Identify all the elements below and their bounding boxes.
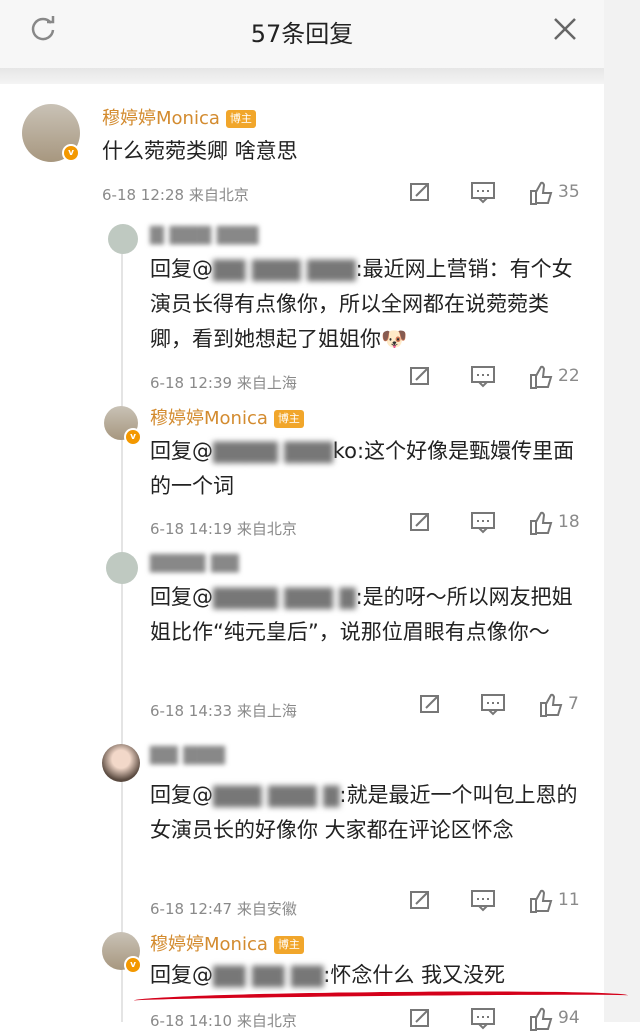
like-count: 11 — [558, 890, 580, 910]
page-title: 57条回复 — [250, 20, 354, 48]
comment-time: 6-18 12:47 — [150, 900, 233, 918]
comment-icon[interactable] — [470, 180, 495, 204]
like-icon[interactable] — [538, 692, 563, 717]
thread-line — [121, 250, 123, 1022]
comment-location: 来自北京 — [188, 186, 249, 204]
mention[interactable]: ▇▇▇▇ ▇▇▇ ▇ — [213, 585, 356, 609]
like-icon[interactable] — [528, 888, 553, 913]
avatar[interactable] — [106, 552, 138, 584]
mention[interactable]: ▇▇▇▇ ▇▇▇ — [213, 439, 333, 463]
repost-icon[interactable] — [408, 180, 432, 204]
repost-icon[interactable] — [408, 888, 432, 912]
like-icon[interactable] — [528, 364, 553, 389]
comment-location: 来自上海 — [236, 374, 297, 392]
mention[interactable]: ▇▇ ▇▇▇ ▇▇▇ — [213, 257, 356, 281]
comment-author[interactable]: ▇▇▇▇ ▇▇ — [150, 552, 239, 573]
like-count: 35 — [558, 182, 580, 202]
comment-author[interactable]: ▇ ▇▇▇ ▇▇▇ — [150, 224, 258, 245]
comment-icon[interactable] — [470, 364, 495, 388]
mention[interactable]: ▇▇▇ ▇▇▇ ▇ — [213, 783, 339, 807]
like-count: 22 — [558, 366, 580, 386]
comment-author[interactable]: 穆婷婷Monica 博主 — [150, 404, 304, 430]
comment-actions: 35 — [408, 180, 580, 205]
comment-location: 来自北京 — [236, 1012, 297, 1030]
like-count: 7 — [568, 694, 579, 714]
avatar[interactable] — [102, 744, 140, 782]
comment-text: 什么菀菀类卿 啥意思 — [102, 139, 298, 163]
comment-time: 6-18 14:10 — [150, 1012, 233, 1030]
comment-actions: 94 — [408, 1006, 580, 1031]
repost-icon[interactable] — [408, 364, 432, 388]
blogger-badge: 博主 — [225, 110, 256, 128]
dog-emoji-icon: 🐶 — [381, 327, 408, 351]
comment-meta: 6-18 12:28 来自北京 — [102, 184, 249, 205]
like-icon[interactable] — [528, 1006, 553, 1031]
comment-meta: 6-18 14:19 来自北京 — [150, 518, 297, 539]
like-count: 94 — [558, 1008, 580, 1028]
comment-text: 回复@▇▇▇ ▇▇▇ ▇:就是最近一个叫包上恩的女演员长的好像你 大家都在评论区… — [150, 783, 578, 842]
right-edge — [604, 0, 640, 1022]
comment-location: 来自上海 — [236, 702, 297, 720]
mention[interactable]: ▇▇ ▇▇ ▇▇ — [213, 963, 323, 987]
blogger-badge: 博主 — [273, 936, 304, 954]
comment-meta: 6-18 12:39 来自上海 — [150, 372, 297, 393]
comment-actions: 11 — [408, 888, 580, 913]
repost-icon[interactable] — [408, 1006, 432, 1030]
comment-actions: 18 — [408, 510, 580, 535]
like-icon[interactable] — [528, 510, 553, 535]
comment-icon[interactable] — [470, 888, 495, 912]
comment-author[interactable]: ▇▇ ▇▇▇ — [150, 744, 225, 765]
header-bar: 57条回复 — [0, 0, 604, 84]
comment-time: 6-18 14:33 — [150, 702, 233, 720]
comment-text: 回复@▇▇▇▇ ▇▇▇ ▇:是的呀～所以网友把姐姐比作“纯元皇后”，说那位眉眼有… — [150, 585, 573, 644]
comment-meta: 6-18 14:33 来自上海 — [150, 700, 297, 721]
avatar[interactable] — [108, 224, 138, 254]
comment-author[interactable]: 穆婷婷Monica 博主 — [102, 104, 256, 130]
verified-badge-icon: v — [62, 144, 80, 162]
repost-icon[interactable] — [408, 510, 432, 534]
comment-text: 回复@▇▇ ▇▇▇ ▇▇▇:最近网上营销：有个女演员长得有点像你，所以全网都在说… — [150, 257, 573, 351]
comment-time: 6-18 12:28 — [102, 186, 185, 204]
verified-badge-icon: v — [124, 956, 142, 974]
verified-badge-icon: v — [124, 428, 142, 446]
comment-icon[interactable] — [480, 692, 505, 716]
comment-author[interactable]: 穆婷婷Monica 博主 — [150, 930, 304, 956]
repost-icon[interactable] — [418, 692, 442, 716]
comment-actions: 22 — [408, 364, 580, 389]
comment-text: 回复@▇▇▇▇ ▇▇▇ko:这个好像是甄嬛传里面的一个词 — [150, 439, 575, 498]
comment-icon[interactable] — [470, 1006, 495, 1030]
comment-time: 6-18 14:19 — [150, 520, 233, 538]
comment-meta: 6-18 12:47 来自安徽 — [150, 898, 297, 919]
comment-location: 来自北京 — [236, 520, 297, 538]
close-icon[interactable] — [552, 16, 578, 46]
blogger-badge: 博主 — [273, 410, 304, 428]
like-count: 18 — [558, 512, 580, 532]
like-icon[interactable] — [528, 180, 553, 205]
comment-text: 回复@▇▇ ▇▇ ▇▇:怀念什么 我又没死 — [150, 963, 505, 987]
comment-meta: 6-18 14:10 来自北京 — [150, 1010, 297, 1031]
comment-location: 来自安徽 — [236, 900, 297, 918]
comment-icon[interactable] — [470, 510, 495, 534]
comment-actions: 7 — [418, 692, 579, 717]
comment-time: 6-18 12:39 — [150, 374, 233, 392]
